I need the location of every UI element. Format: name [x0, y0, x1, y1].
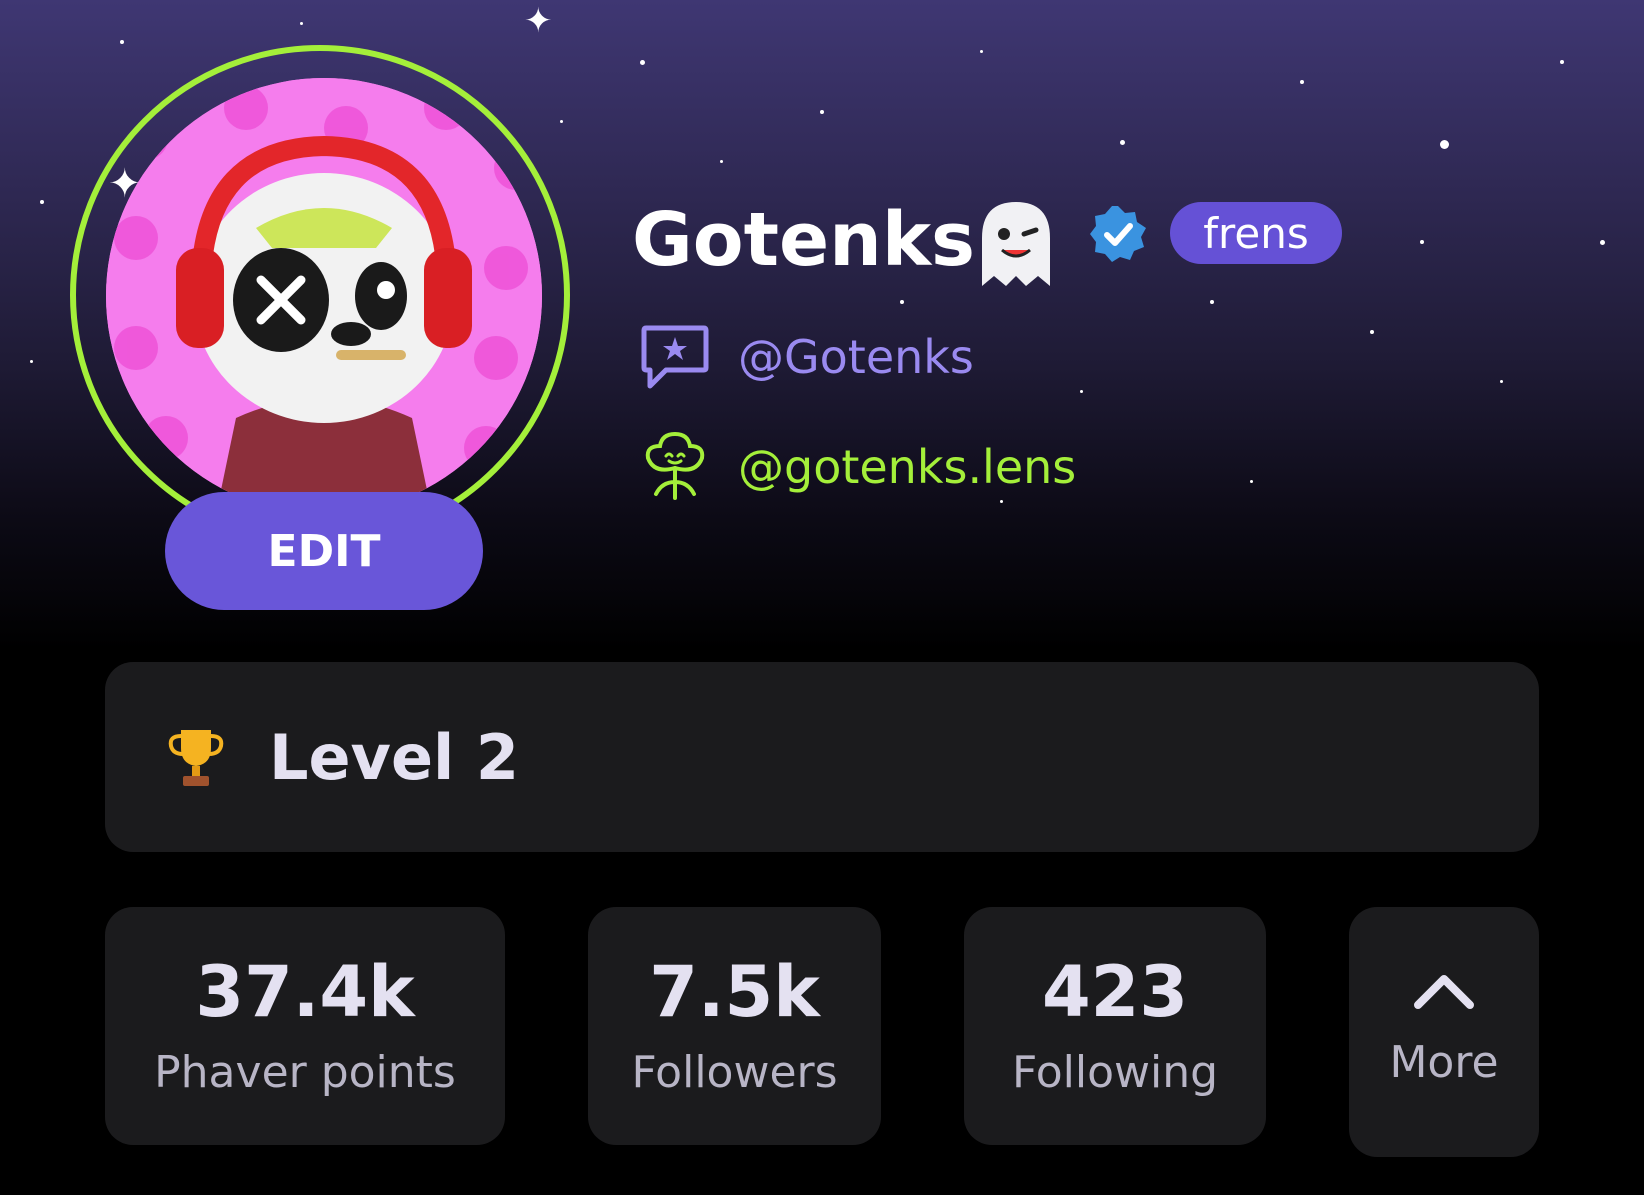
level-card[interactable]: Level 2 [105, 662, 1539, 852]
star [1600, 240, 1605, 245]
stat-label: Followers [631, 1047, 838, 1098]
star [1500, 380, 1503, 383]
star [300, 22, 303, 25]
stat-value: 37.4k [195, 951, 415, 1033]
stat-value: 7.5k [649, 951, 820, 1033]
star [640, 60, 645, 65]
trophy-icon [168, 730, 224, 786]
avatar-image [106, 78, 542, 514]
stat-followers[interactable]: 7.5k Followers [588, 907, 881, 1145]
frens-badge[interactable]: frens [1170, 202, 1342, 264]
star [1420, 240, 1424, 244]
star [1370, 330, 1374, 334]
star [820, 110, 824, 114]
star [1300, 80, 1304, 84]
star [560, 120, 563, 123]
star [40, 200, 44, 204]
level-label: Level 2 [269, 720, 519, 794]
stat-label: Phaver points [154, 1047, 456, 1098]
lens-handle: @gotenks.lens [738, 440, 1077, 494]
star [1440, 140, 1449, 149]
ghost-emoji-icon [968, 196, 1064, 292]
phaver-chat-star-icon [641, 325, 709, 389]
sparkle-icon: ✦ [524, 1, 553, 41]
stat-value: 423 [1041, 951, 1189, 1033]
phaver-handle-row[interactable]: @Gotenks [636, 318, 974, 396]
avatar[interactable] [106, 78, 542, 514]
lens-logo-icon [645, 431, 705, 500]
star [1250, 480, 1253, 483]
star [900, 300, 904, 304]
phaver-handle: @Gotenks [738, 330, 974, 384]
edit-profile-button[interactable]: EDIT [165, 492, 483, 610]
stat-phaver-points[interactable]: 37.4k Phaver points [105, 907, 505, 1145]
star [980, 50, 983, 53]
star [30, 360, 33, 363]
star [120, 40, 124, 44]
star [720, 160, 723, 163]
lens-handle-row[interactable]: @gotenks.lens [636, 428, 1076, 506]
stat-following[interactable]: 423 Following [964, 907, 1266, 1145]
chevron-up-icon [1414, 975, 1474, 1009]
star [1560, 60, 1564, 64]
star [1080, 390, 1083, 393]
display-name: Gotenks [632, 197, 976, 283]
star [1210, 300, 1214, 304]
star [1120, 140, 1125, 145]
stat-label: Following [1011, 1047, 1219, 1098]
verified-badge-icon [1088, 204, 1148, 268]
more-label: More [1389, 1037, 1499, 1088]
more-button[interactable]: More [1349, 907, 1539, 1157]
